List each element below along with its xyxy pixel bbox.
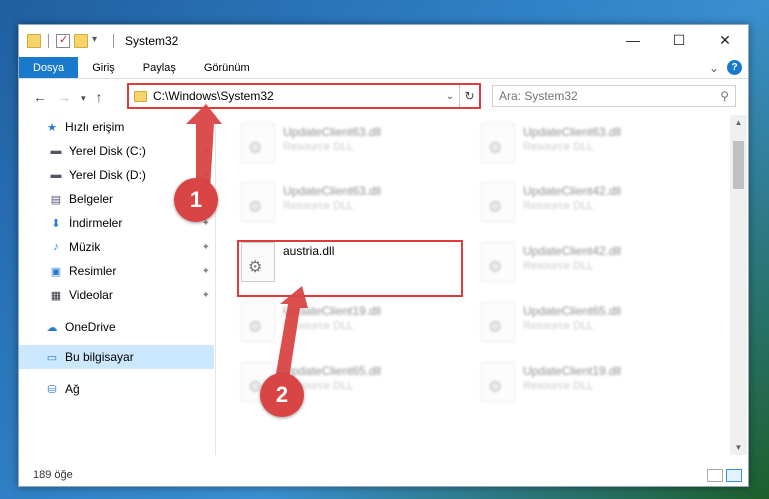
navigation-bar: ← → ▾ ↑ C:\Windows\System32 ⌄ ↻ ⚲: [19, 79, 748, 115]
scroll-up-icon[interactable]: ▲: [730, 118, 747, 127]
title-bar: ▾ System32 — ☐ ✕: [19, 25, 748, 57]
sidebar-item-pictures[interactable]: ▣ Resimler ✦: [19, 259, 214, 283]
list-item[interactable]: ⚙ UpdateClient19.dll Resource DLL: [219, 300, 443, 346]
step-marker-1: 1: [174, 178, 218, 222]
dll-file-icon: ⚙: [241, 182, 275, 222]
step-marker-2: 2: [260, 373, 304, 417]
network-icon: ⛁: [47, 383, 57, 396]
pin-icon[interactable]: ✦: [202, 290, 210, 301]
maximize-button[interactable]: ☐: [656, 25, 702, 55]
sidebar-item-this-pc[interactable]: ▭ Bu bilgisayar: [19, 345, 214, 369]
properties-icon[interactable]: [56, 33, 70, 48]
folder-icon: [134, 90, 147, 102]
back-icon[interactable]: ←: [33, 89, 47, 105]
downloads-icon: ⬇: [51, 217, 61, 230]
documents-icon: ▤: [50, 193, 62, 206]
dll-file-icon: ⚙: [241, 123, 275, 163]
address-dropdown-icon[interactable]: ⌄: [441, 91, 459, 102]
folder-icon: [27, 34, 41, 48]
sidebar-item-disk-c[interactable]: ▬ Yerel Disk (C:) ✦: [19, 139, 214, 163]
pin-icon[interactable]: ✦: [202, 242, 210, 253]
vertical-scrollbar[interactable]: ▲ ▼: [730, 115, 747, 455]
list-item[interactable]: ⚙ UpdateClient42.dll Resource DLL: [459, 240, 683, 286]
dll-file-icon: ⚙: [481, 362, 515, 402]
customize-toolbar-icon[interactable]: ▾: [92, 34, 106, 48]
pin-icon[interactable]: ✦: [202, 146, 210, 157]
list-item[interactable]: ⚙ UpdateClient63.dll Resource DLL: [219, 180, 443, 226]
dll-file-icon: ⚙: [481, 182, 515, 222]
list-item[interactable]: ⚙ UpdateClient63.dll Resource DLL: [459, 121, 683, 167]
tab-share[interactable]: Paylaş: [129, 57, 190, 78]
sidebar-item-videos[interactable]: ▦ Videolar ✦: [19, 283, 214, 307]
music-icon: ♪: [53, 241, 59, 253]
recent-locations-icon[interactable]: ▾: [81, 89, 86, 105]
star-icon: ★: [47, 121, 57, 134]
address-bar[interactable]: C:\Windows\System32 ⌄ ↻: [127, 83, 481, 109]
search-icon[interactable]: ⚲: [720, 89, 729, 103]
dll-file-icon: ⚙: [241, 302, 275, 342]
list-item[interactable]: ⚙ UpdateClient42.dll Resource DLL: [459, 180, 683, 226]
list-item[interactable]: ⚙ UpdateClient63.dll Resource DLL: [219, 121, 443, 167]
status-bar: 189 öğe: [19, 464, 748, 486]
up-icon[interactable]: ↑: [96, 89, 103, 105]
drive-icon: ▬: [50, 145, 62, 157]
close-button[interactable]: ✕: [702, 25, 748, 55]
tab-view[interactable]: Görünüm: [190, 57, 264, 78]
dll-file-icon: ⚙: [481, 123, 515, 163]
item-count: 189 öğe: [33, 469, 73, 481]
list-item[interactable]: ⚙ UpdateClient19.dll Resource DLL: [459, 360, 683, 406]
dll-file-icon: ⚙: [481, 302, 515, 342]
forward-icon[interactable]: →: [57, 89, 71, 105]
pictures-icon: ▣: [50, 265, 62, 278]
new-folder-icon[interactable]: [74, 34, 88, 48]
drive-icon: ▬: [50, 169, 62, 181]
navigation-pane: ★ Hızlı erişim ▬ Yerel Disk (C:) ✦ ▬ Yer…: [19, 115, 214, 445]
minimize-button[interactable]: —: [610, 25, 656, 55]
refresh-icon[interactable]: ↻: [459, 85, 479, 107]
sidebar-item-music[interactable]: ♪ Müzik ✦: [19, 235, 214, 259]
dll-file-icon: ⚙: [481, 242, 515, 282]
sidebar-item-onedrive[interactable]: ☁ OneDrive: [19, 315, 214, 339]
sidebar-item-network[interactable]: ⛁ Ağ: [19, 377, 214, 401]
ribbon-expand-icon[interactable]: ⌄: [709, 61, 719, 75]
computer-icon: ▭: [46, 351, 58, 364]
address-path[interactable]: C:\Windows\System32: [153, 89, 441, 103]
window-title: System32: [125, 34, 179, 48]
help-icon[interactable]: ?: [727, 60, 742, 75]
tab-home[interactable]: Giriş: [78, 57, 129, 78]
quick-access-toolbar: ▾: [19, 33, 117, 48]
ribbon-tabs: Dosya Giriş Paylaş Görünüm ⌄ ?: [19, 57, 748, 79]
sidebar-item-quick-access[interactable]: ★ Hızlı erişim: [19, 115, 214, 139]
highlight-box: [237, 240, 463, 297]
search-box[interactable]: ⚲: [492, 85, 736, 107]
pin-icon[interactable]: ✦: [202, 266, 210, 277]
search-input[interactable]: [499, 89, 721, 103]
scroll-thumb[interactable]: [733, 141, 744, 189]
tiles-view-icon[interactable]: [726, 469, 742, 482]
details-view-icon[interactable]: [707, 469, 723, 482]
tab-file[interactable]: Dosya: [19, 57, 79, 78]
cloud-icon: ☁: [46, 321, 58, 334]
list-item[interactable]: ⚙ UpdateClient65.dll Resource DLL: [219, 360, 443, 406]
scroll-down-icon[interactable]: ▼: [730, 443, 747, 452]
videos-icon: ▦: [50, 289, 62, 302]
list-item[interactable]: ⚙ UpdateClient65.dll Resource DLL: [459, 300, 683, 346]
